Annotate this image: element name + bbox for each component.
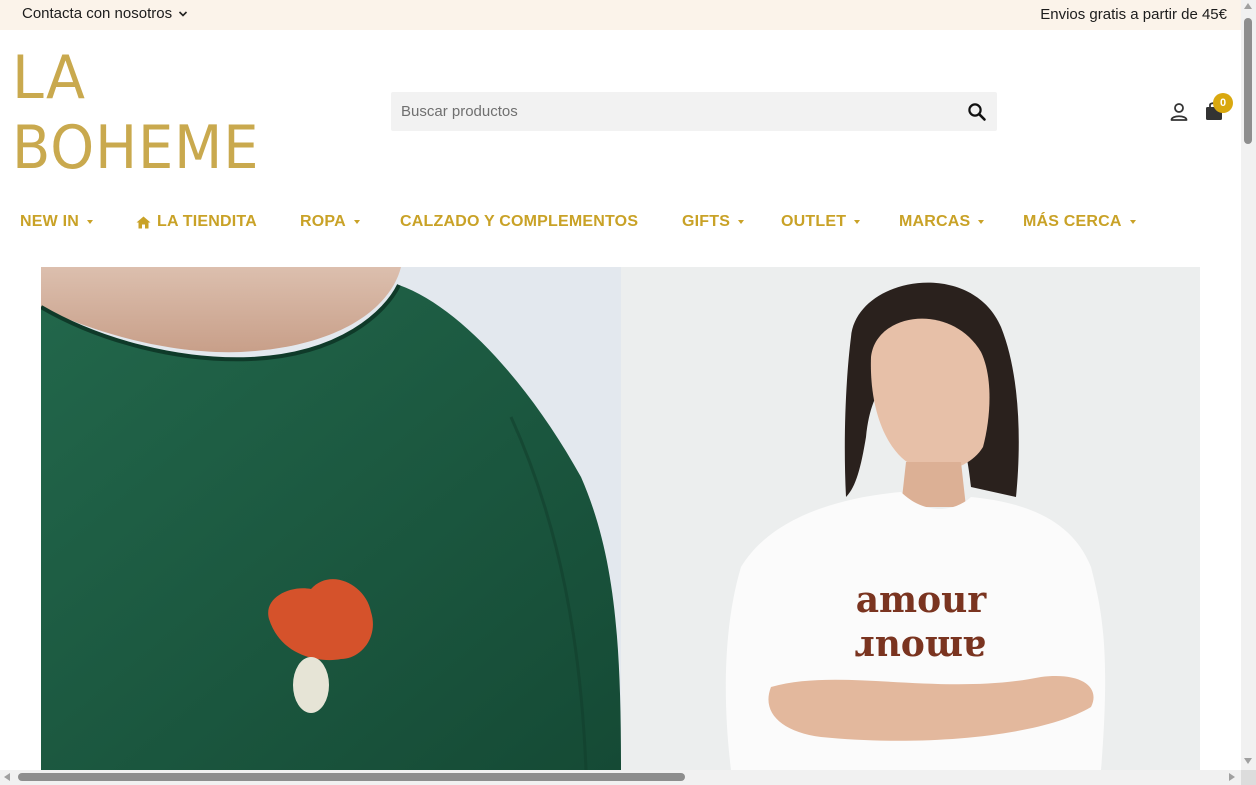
cart-button[interactable]: 0 [1204,93,1238,125]
caret-down-icon [1129,220,1136,224]
nav-item-label: MARCAS [899,213,971,230]
site-logo[interactable]: LA BOHEME [12,48,258,178]
nav-item-label: NEW IN [20,213,79,230]
nav-item-label: CALZADO Y COMPLEMENTOS [400,213,639,230]
nav-item-label: ROPA [300,213,346,230]
scrollbar-corner [1241,770,1256,785]
scroll-left-icon[interactable] [4,773,10,781]
nav-item-outlet[interactable]: OUTLET [781,208,861,236]
search-input[interactable] [391,92,961,131]
vertical-scrollbar[interactable] [1241,0,1256,770]
hero-image-green-shirt[interactable] [41,267,621,770]
nav-item-la-tiendita[interactable]: LA TIENDITA [136,208,257,236]
caret-down-icon [86,220,93,224]
home-icon [136,216,151,228]
amour-print-top: amour [856,579,988,621]
nav-item-gifts[interactable]: GIFTS [682,208,745,236]
green-shirt-illustration [41,267,621,770]
contact-dropdown[interactable]: Contacta con nosotros [22,5,188,22]
woman-amour-tshirt-illustration: amour amour [621,267,1200,770]
caret-down-icon [978,220,985,224]
logo-line-2: BOHEME [12,113,260,183]
free-shipping-text: Envios gratis a partir de 45€ [1040,6,1227,23]
chevron-down-icon [179,10,188,17]
hero-banner[interactable]: amour amour [41,267,1200,770]
search-icon[interactable] [967,102,987,122]
horizontal-scrollbar[interactable] [0,770,1241,785]
nav-item-marcas[interactable]: MARCAS [899,208,985,236]
nav-item-label: GIFTS [682,213,731,230]
nav-item-calzado-y-complementos[interactable]: CALZADO Y COMPLEMENTOS [400,208,638,236]
caret-down-icon [854,220,861,224]
nav-item-mas-cerca[interactable]: MÁS CERCA [1023,208,1136,236]
user-icon[interactable] [1169,101,1189,123]
nav-item-new-in[interactable]: NEW IN [20,208,93,236]
nav-item-ropa[interactable]: ROPA [300,208,360,236]
horizontal-scroll-thumb[interactable] [18,773,685,781]
cart-count-badge: 0 [1213,93,1233,113]
scroll-right-icon[interactable] [1229,773,1235,781]
nav-item-label: OUTLET [781,213,847,230]
scroll-up-icon[interactable] [1244,3,1252,9]
nav-item-label: LA TIENDITA [157,213,257,230]
logo-line-1: LA [12,43,86,113]
amour-print-bottom: amour [855,628,987,670]
scroll-down-icon[interactable] [1244,758,1252,764]
caret-down-icon [738,220,745,224]
nav-item-label: MÁS CERCA [1023,213,1122,230]
vertical-scroll-thumb[interactable] [1244,18,1252,144]
contact-label: Contacta con nosotros [22,5,173,22]
caret-down-icon [353,220,360,224]
search-bar [391,92,997,131]
hero-image-amour-tshirt[interactable]: amour amour [621,267,1200,770]
top-bar: Contacta con nosotros Envios gratis a pa… [0,0,1241,30]
